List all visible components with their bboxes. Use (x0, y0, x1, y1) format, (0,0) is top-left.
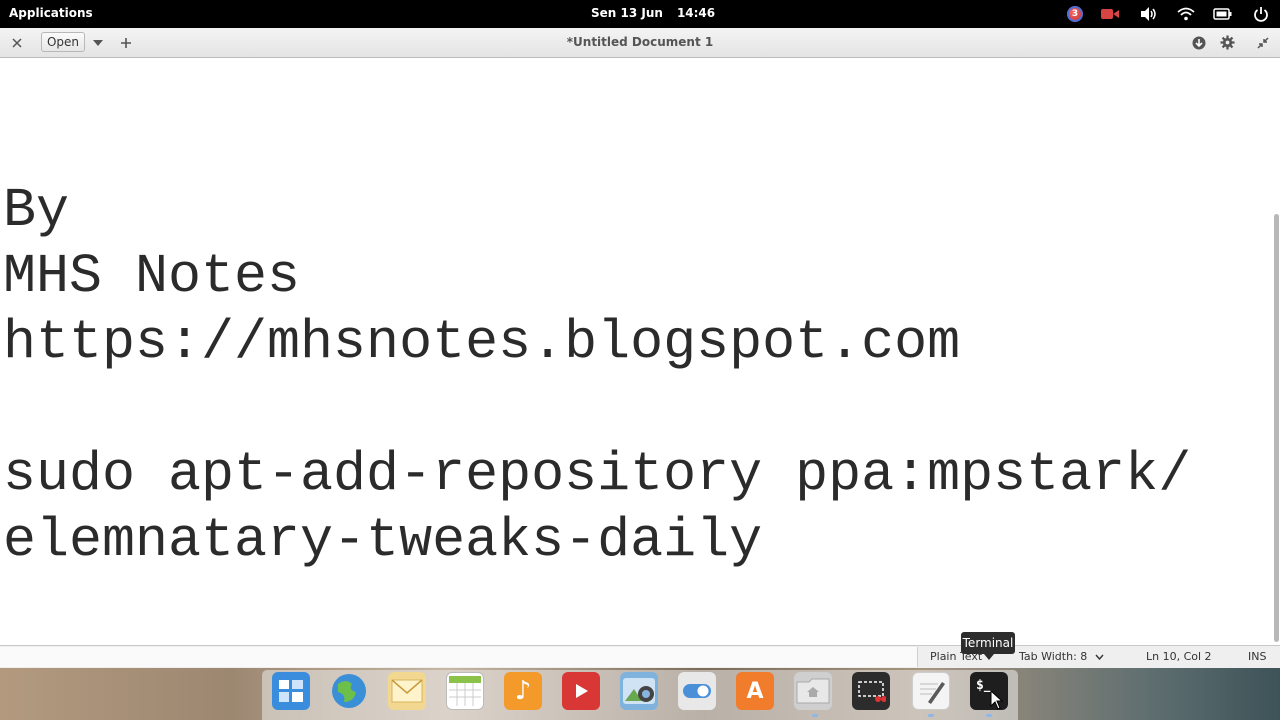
document-content[interactable]: By MHS Notes https://mhsnotes.blogspot.c… (3, 178, 1191, 574)
document-title: *Untitled Document 1 (566, 35, 714, 49)
vertical-scrollbar[interactable] (1273, 58, 1280, 645)
screenshot-icon[interactable] (852, 672, 890, 710)
web-browser-icon[interactable] (330, 672, 368, 710)
videos-icon[interactable] (562, 672, 600, 710)
screen-recorder-icon[interactable] (1100, 5, 1120, 23)
tab-width-label: Tab Width: 8 (1019, 650, 1088, 663)
system-settings-icon[interactable] (678, 672, 716, 710)
running-indicator (812, 714, 818, 717)
wifi-icon[interactable] (1176, 5, 1196, 23)
tab-width-selector[interactable]: Tab Width: 8 (1019, 650, 1104, 663)
app-center-icon[interactable]: A (736, 672, 774, 710)
music-icon[interactable]: ♪ (504, 672, 542, 710)
restore-window-icon[interactable] (1254, 28, 1272, 57)
header-bar: Open *Untitled Document 1 (0, 28, 1280, 58)
mail-icon[interactable] (388, 672, 426, 710)
notification-indicator[interactable]: 3 (1065, 5, 1085, 23)
cursor-position: Ln 10, Col 2 (1146, 650, 1212, 663)
insert-mode[interactable]: INS (1248, 650, 1266, 663)
clock[interactable]: Sen 13 Jun 14:46 (591, 6, 715, 20)
search-field[interactable] (0, 647, 918, 667)
chevron-down-icon (1095, 654, 1104, 660)
dock-tooltip: Terminal (961, 632, 1015, 660)
text-editor-area[interactable]: By MHS Notes https://mhsnotes.blogspot.c… (0, 58, 1272, 645)
photos-icon[interactable] (620, 672, 658, 710)
applications-menu[interactable]: Applications (9, 6, 93, 20)
gear-icon[interactable] (1218, 28, 1236, 57)
date-label: Sen 13 Jun (591, 6, 663, 20)
power-icon[interactable] (1251, 5, 1271, 23)
save-download-icon[interactable] (1190, 28, 1208, 57)
top-panel: Applications Sen 13 Jun 14:46 3 (0, 0, 1280, 28)
battery-icon[interactable] (1213, 5, 1233, 23)
files-icon[interactable] (794, 672, 832, 710)
running-indicator (928, 714, 934, 717)
running-indicator (986, 714, 992, 717)
volume-icon[interactable] (1139, 5, 1159, 23)
calendar-icon[interactable] (446, 672, 484, 710)
multitasking-view-icon[interactable] (272, 672, 310, 710)
status-bar: Plain Text Tab Width: 8 Ln 10, Col 2 INS (0, 645, 1280, 669)
text-editor-icon[interactable] (912, 672, 950, 710)
time-label: 14:46 (676, 6, 716, 20)
mouse-pointer-icon (990, 689, 1004, 710)
notification-badge: 3 (1067, 6, 1083, 22)
scrollbar-thumb[interactable] (1274, 214, 1279, 642)
